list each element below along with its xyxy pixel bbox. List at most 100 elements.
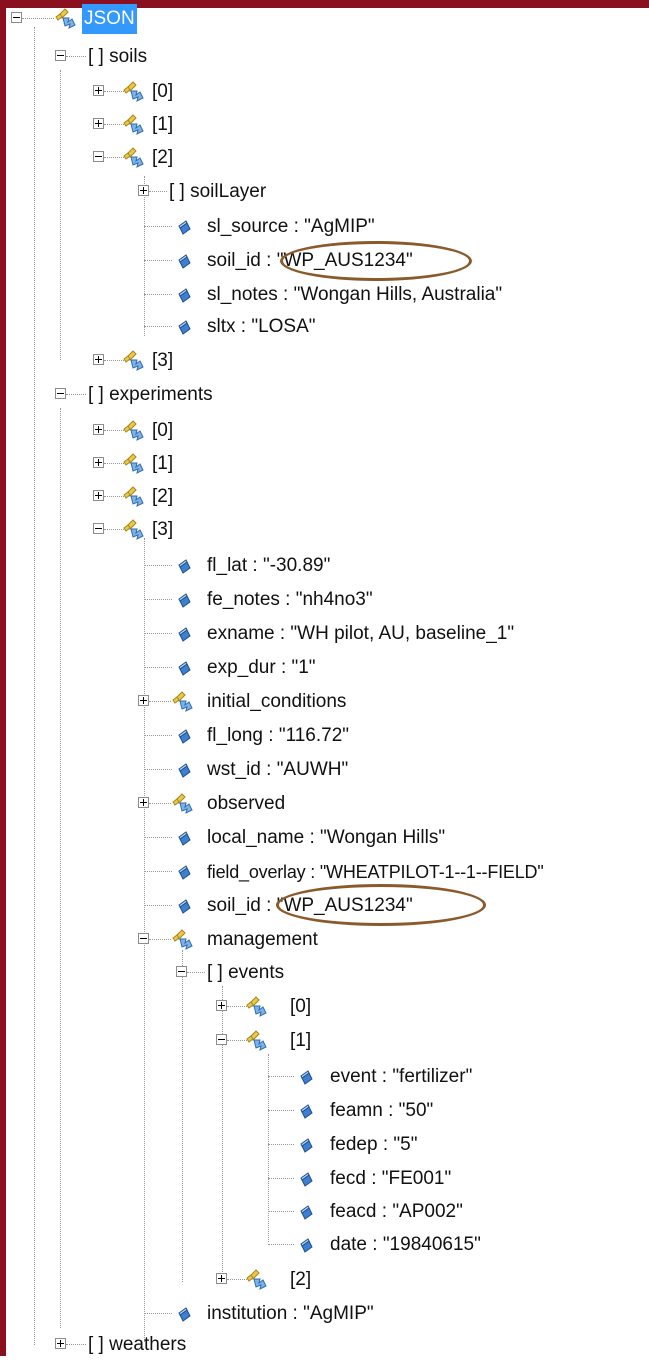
tree-node-experiments-0[interactable]: [0] (0, 416, 300, 446)
tree-leaf-fe-notes[interactable]: fe_notes : "nh4no3" (0, 585, 600, 615)
node-label[interactable]: [0] (288, 992, 313, 1022)
expand-toggle[interactable] (93, 118, 104, 129)
expand-toggle[interactable] (93, 457, 104, 468)
node-label[interactable]: soil_id : "WP_AUS1234" (205, 246, 415, 276)
tree-leaf-sltx[interactable]: sltx : "LOSA" (0, 312, 600, 342)
node-label[interactable]: field_overlay : "WHEATPILOT-1--1--FIELD" (205, 857, 546, 887)
tree-leaf-exp-dur[interactable]: exp_dur : "1" (0, 653, 600, 683)
tree-node-management[interactable]: management (0, 925, 600, 955)
tree-node-soils-3[interactable]: [3] (0, 346, 300, 376)
node-label[interactable]: management (205, 925, 320, 955)
node-label[interactable]: [2] (150, 482, 175, 512)
node-label[interactable]: sl_notes : "Wongan Hills, Australia" (205, 280, 504, 310)
expand-toggle[interactable] (216, 1273, 227, 1284)
collapse-toggle[interactable] (55, 50, 66, 61)
node-label[interactable]: [1] (150, 110, 175, 140)
tree-leaf-fecd[interactable]: fecd : "FE001" (0, 1164, 600, 1194)
tree-leaf-fedep[interactable]: fedep : "5" (0, 1130, 600, 1160)
tree-node-events-0[interactable]: [0] (0, 992, 600, 1022)
tree-node-soils[interactable]: [ ] soils (0, 42, 300, 72)
tree-leaf-sl-source[interactable]: sl_source : "AgMIP" (0, 212, 600, 242)
expand-toggle[interactable] (138, 695, 149, 706)
node-label[interactable]: initial_conditions (205, 687, 348, 717)
collapse-toggle[interactable] (138, 933, 149, 944)
tree-leaf-exp-soil-id[interactable]: soil_id : "WP_AUS1234" (0, 891, 600, 921)
collapse-toggle[interactable] (55, 388, 66, 399)
tree-leaf-event[interactable]: event : "fertilizer" (0, 1062, 600, 1092)
tree-leaf-exname[interactable]: exname : "WH pilot, AU, baseline_1" (0, 619, 640, 649)
node-label[interactable]: [2] (288, 1265, 313, 1295)
value-node-icon (172, 724, 196, 748)
tree-leaf-local-name[interactable]: local_name : "Wongan Hills" (0, 823, 600, 853)
expand-toggle[interactable] (93, 424, 104, 435)
tree-node-root[interactable]: JSON (0, 4, 200, 34)
expand-toggle[interactable] (93, 85, 104, 96)
tree-node-experiments[interactable]: [ ] experiments (0, 380, 300, 410)
soils-label[interactable]: [ ] soils (86, 42, 149, 72)
node-label[interactable]: sl_source : "AgMIP" (205, 212, 377, 242)
node-label[interactable]: fl_lat : "-30.89" (205, 551, 332, 581)
tree-leaf-wst-id[interactable]: wst_id : "AUWH" (0, 755, 600, 785)
node-label[interactable]: local_name : "Wongan Hills" (205, 823, 447, 853)
node-label[interactable]: event : "fertilizer" (328, 1062, 474, 1092)
tree-leaf-feacd[interactable]: feacd : "AP002" (0, 1197, 600, 1227)
tree-node-soils-1[interactable]: [1] (0, 110, 300, 140)
tree-node-soils-0[interactable]: [0] (0, 77, 300, 107)
tree-leaf-fl-lat[interactable]: fl_lat : "-30.89" (0, 551, 600, 581)
tree-node-soillayer[interactable]: [ ] soilLayer (0, 177, 400, 207)
expand-toggle[interactable] (138, 185, 149, 196)
tree-leaf-feamn[interactable]: feamn : "50" (0, 1096, 600, 1126)
tree-leaf-soil-id[interactable]: soil_id : "WP_AUS1234" (0, 246, 600, 276)
tree-leaf-institution[interactable]: institution : "AgMIP" (0, 1299, 600, 1329)
expand-toggle[interactable] (93, 490, 104, 501)
tree-leaf-sl-notes[interactable]: sl_notes : "Wongan Hills, Australia" (0, 280, 600, 310)
node-label[interactable]: [3] (150, 346, 175, 376)
node-label[interactable]: [0] (150, 416, 175, 446)
tree-leaf-date[interactable]: date : "19840615" (0, 1230, 600, 1260)
root-label[interactable]: JSON (82, 4, 137, 34)
tree-leaf-field-overlay[interactable]: field_overlay : "WHEATPILOT-1--1--FIELD" (0, 857, 645, 887)
tree-node-initial-conditions[interactable]: initial_conditions (0, 687, 600, 717)
node-label[interactable]: [ ] soilLayer (167, 177, 268, 207)
tree-node-events-1[interactable]: [1] (0, 1026, 600, 1056)
expand-toggle[interactable] (93, 354, 104, 365)
node-label[interactable]: exp_dur : "1" (205, 653, 318, 683)
node-label[interactable]: fl_long : "116.72" (205, 721, 351, 751)
tree-node-observed[interactable]: observed (0, 789, 600, 819)
experiments-label[interactable]: [ ] experiments (86, 380, 215, 410)
node-label[interactable]: [0] (150, 77, 175, 107)
collapse-toggle[interactable] (93, 523, 104, 534)
node-label[interactable]: wst_id : "AUWH" (205, 755, 350, 785)
json-tree-view[interactable]: JSON [ ] soils [0] [1] [2] [ ] soilLayer (0, 0, 649, 1356)
node-label[interactable]: [1] (150, 449, 175, 479)
node-label[interactable]: [2] (150, 143, 175, 173)
expand-toggle[interactable] (55, 1338, 66, 1349)
node-label[interactable]: sltx : "LOSA" (205, 312, 318, 342)
tree-leaf-fl-long[interactable]: fl_long : "116.72" (0, 721, 600, 751)
tree-node-experiments-3[interactable]: [3] (0, 515, 300, 545)
node-label[interactable]: fecd : "FE001" (328, 1164, 453, 1194)
collapse-toggle[interactable] (93, 151, 104, 162)
tree-node-experiments-1[interactable]: [1] (0, 449, 300, 479)
collapse-toggle[interactable] (176, 966, 187, 977)
node-label[interactable]: [ ] events (205, 958, 286, 988)
node-label[interactable]: [3] (150, 515, 175, 545)
node-label[interactable]: feacd : "AP002" (328, 1197, 465, 1227)
node-label[interactable]: fe_notes : "nh4no3" (205, 585, 375, 615)
tree-node-experiments-2[interactable]: [2] (0, 482, 300, 512)
node-label[interactable]: institution : "AgMIP" (205, 1299, 376, 1329)
tree-node-events[interactable]: [ ] events (0, 958, 600, 988)
node-label[interactable]: exname : "WH pilot, AU, baseline_1" (205, 619, 516, 649)
node-label[interactable]: soil_id : "WP_AUS1234" (205, 891, 415, 921)
node-label[interactable]: [1] (288, 1026, 313, 1056)
node-label[interactable]: date : "19840615" (328, 1230, 483, 1260)
node-label[interactable]: fedep : "5" (328, 1130, 419, 1160)
expand-toggle[interactable] (138, 797, 149, 808)
collapse-toggle[interactable] (216, 1034, 227, 1045)
node-label[interactable]: feamn : "50" (328, 1096, 435, 1126)
tree-node-events-2[interactable]: [2] (0, 1265, 600, 1295)
node-label[interactable]: observed (205, 789, 287, 819)
expand-toggle[interactable] (216, 1000, 227, 1011)
collapse-toggle[interactable] (11, 12, 22, 23)
tree-node-soils-2[interactable]: [2] (0, 143, 300, 173)
